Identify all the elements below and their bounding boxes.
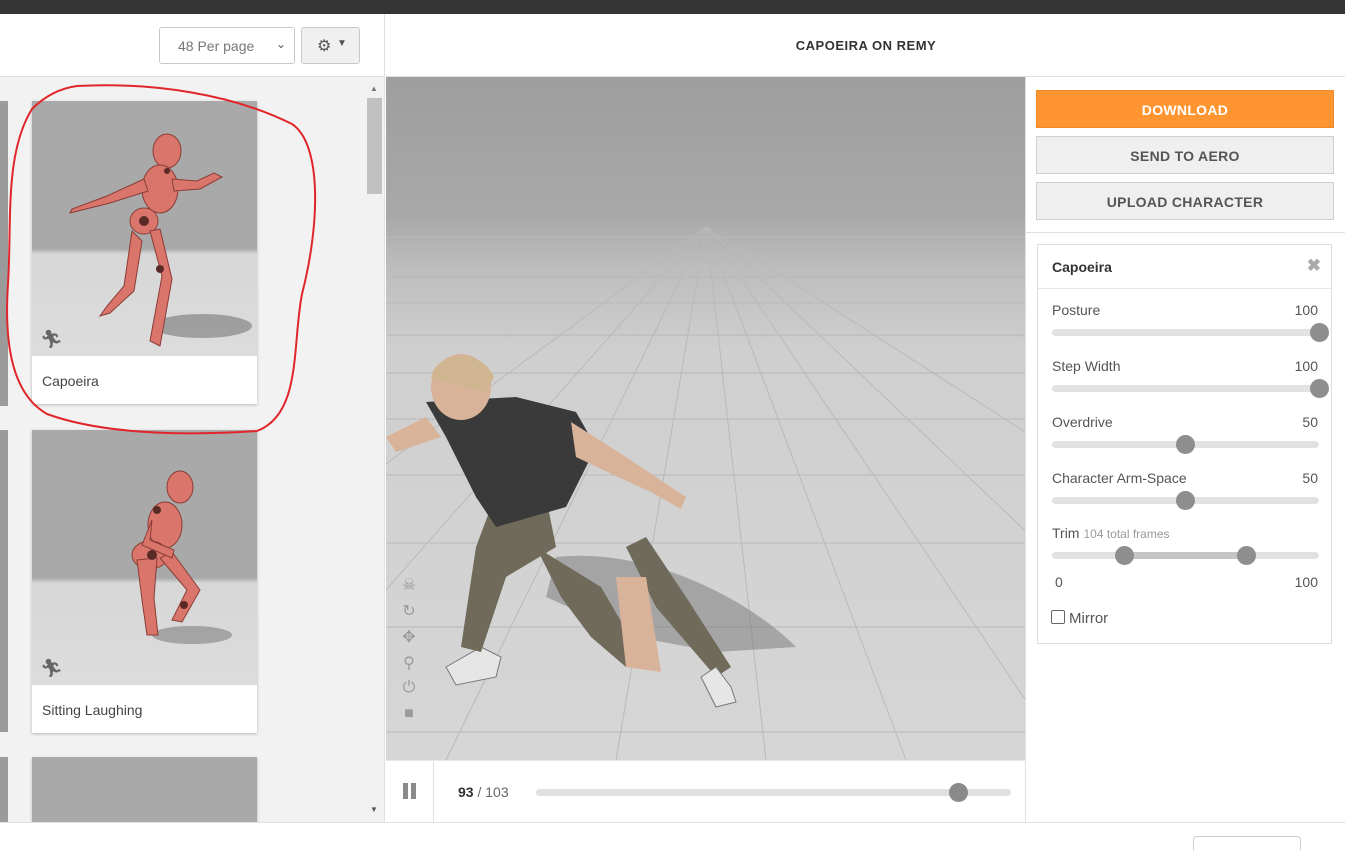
posture-slider-knob[interactable] [1309, 323, 1329, 342]
pause-button[interactable] [386, 761, 434, 823]
trim-range-fill [1124, 552, 1247, 559]
3d-viewport[interactable] [386, 77, 1025, 760]
settings-header: Capoeira ✖ [1038, 245, 1331, 289]
frame-counter: 93 / 103 [458, 784, 509, 800]
trim-end-knob[interactable] [1237, 546, 1257, 565]
download-button[interactable]: DOWNLOAD [1036, 90, 1334, 128]
scroll-up-arrow-icon[interactable]: ▲ [370, 84, 378, 93]
per-page-label: 48 Per page [178, 38, 255, 54]
partial-card [0, 757, 8, 822]
skull-icon[interactable]: ☠ [398, 575, 420, 601]
playback-bar: 93 / 103 [386, 760, 1025, 823]
page-title: CAPOEIRA ON REMY [795, 38, 937, 53]
caret-down-icon: ▼ [337, 38, 347, 49]
mirror-checkbox-box[interactable] [1051, 610, 1065, 624]
trim-min-value: 0 [1055, 574, 1063, 590]
posture-slider-track[interactable] [1052, 329, 1319, 336]
card-label: Sitting Laughing [42, 702, 143, 718]
viewport-tools: ☠ ↻ ✥ ⚲ ⏻ ■ [398, 575, 420, 731]
frame-separator: / [473, 784, 486, 800]
trim-max-value: 100 [1294, 574, 1318, 590]
running-person-icon: 🏃︎ [40, 658, 63, 678]
trim-label-text: Trim [1052, 525, 1080, 541]
camera-icon[interactable]: ■ [398, 705, 420, 731]
power-icon[interactable]: ⏻ [398, 679, 420, 705]
partial-card [0, 430, 8, 732]
floor-grid [386, 226, 1025, 760]
move-icon[interactable]: ✥ [398, 627, 420, 653]
arm-space-slider-knob[interactable] [1176, 491, 1195, 510]
gear-icon: ⚙ [317, 38, 332, 55]
card-thumbnail: 🏃︎ [32, 430, 257, 685]
per-page-select[interactable]: 48 Per page ⌄ [159, 27, 295, 64]
slider-value-posture: 100 [1294, 302, 1318, 318]
card-thumbnail [32, 757, 257, 822]
step-width-slider-knob[interactable] [1309, 379, 1329, 398]
rotate-icon[interactable]: ↻ [398, 601, 420, 627]
gallery-toolbar: 48 Per page ⌄ ⚙ ▼ [0, 14, 385, 77]
trim-label: Trim 104 total frames [1052, 525, 1170, 541]
timeline-scrubber[interactable] [949, 783, 969, 802]
animation-settings-panel: Capoeira ✖ Posture 100 Step Width 100 Ov… [1037, 244, 1332, 644]
slider-label-posture: Posture [1052, 302, 1101, 318]
step-width-slider-track[interactable] [1052, 385, 1319, 392]
gallery-scrollbar[interactable] [366, 84, 382, 819]
upload-character-button[interactable]: UPLOAD CHARACTER [1036, 182, 1334, 220]
bottom-bar [0, 822, 1345, 848]
current-frame: 93 [458, 784, 474, 800]
timeline-track[interactable] [536, 789, 1011, 796]
settings-title: Capoeira [1052, 259, 1112, 275]
chevron-down-icon: ⌄ [275, 37, 286, 51]
slider-label-overdrive: Overdrive [1052, 414, 1113, 430]
slider-value-overdrive: 50 [1302, 414, 1318, 430]
scroll-down-arrow-icon[interactable]: ▼ [370, 805, 378, 814]
close-icon[interactable]: ✖ [1307, 256, 1321, 276]
total-frames: 103 [485, 784, 509, 800]
red-annotation-circle [6, 84, 317, 435]
slider-value-arm-space: 50 [1302, 470, 1318, 486]
send-to-aero-button[interactable]: SEND TO AERO [1036, 136, 1334, 174]
zoom-icon[interactable]: ⚲ [398, 653, 420, 679]
panel-divider [1025, 232, 1345, 233]
settings-dropdown-button[interactable]: ⚙ ▼ [301, 27, 360, 64]
gallery-scroll-thumb[interactable] [367, 98, 382, 194]
overdrive-slider-knob[interactable] [1176, 435, 1195, 454]
trim-hint: 104 total frames [1083, 527, 1170, 541]
mirror-label: Mirror [1069, 610, 1109, 627]
slider-value-step-width: 100 [1294, 358, 1318, 374]
mirror-checkbox[interactable]: Mirror [1051, 610, 1108, 627]
mannequin-figure [131, 470, 232, 644]
slider-label-step-width: Step Width [1052, 358, 1121, 374]
animation-card-sitting-laughing[interactable]: 🏃︎ Sitting Laughing [32, 430, 257, 733]
animation-card[interactable] [32, 757, 257, 822]
browser-top-bar [0, 0, 1345, 14]
trim-start-knob[interactable] [1114, 546, 1134, 565]
slider-label-arm-space: Character Arm-Space [1052, 470, 1187, 486]
